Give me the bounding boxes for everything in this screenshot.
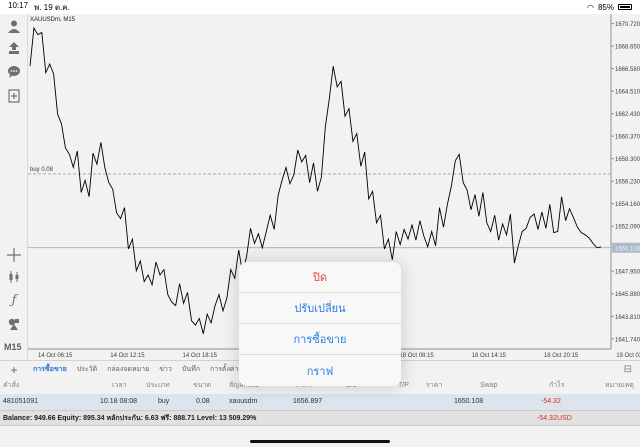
battery-percent: 85% (597, 2, 614, 12)
chart-button[interactable]: กราฟ (239, 355, 401, 386)
modify-order-button[interactable]: ปรับเปลี่ยน (239, 293, 401, 324)
status-date: พ. 19 ต.ค. (34, 2, 70, 12)
close-order-button[interactable]: ปิด (239, 262, 401, 293)
trade-button[interactable]: การซื้อขาย (239, 324, 401, 355)
battery-icon (618, 4, 632, 10)
wifi-icon: ◠ (587, 2, 594, 12)
status-time: 10:17 (8, 0, 29, 10)
order-context-menu: ปิด ปรับเปลี่ยน การซื้อขาย กราฟ (239, 262, 401, 386)
status-bar: 10:17 พ. 19 ต.ค. ◠ 85% (0, 0, 640, 14)
